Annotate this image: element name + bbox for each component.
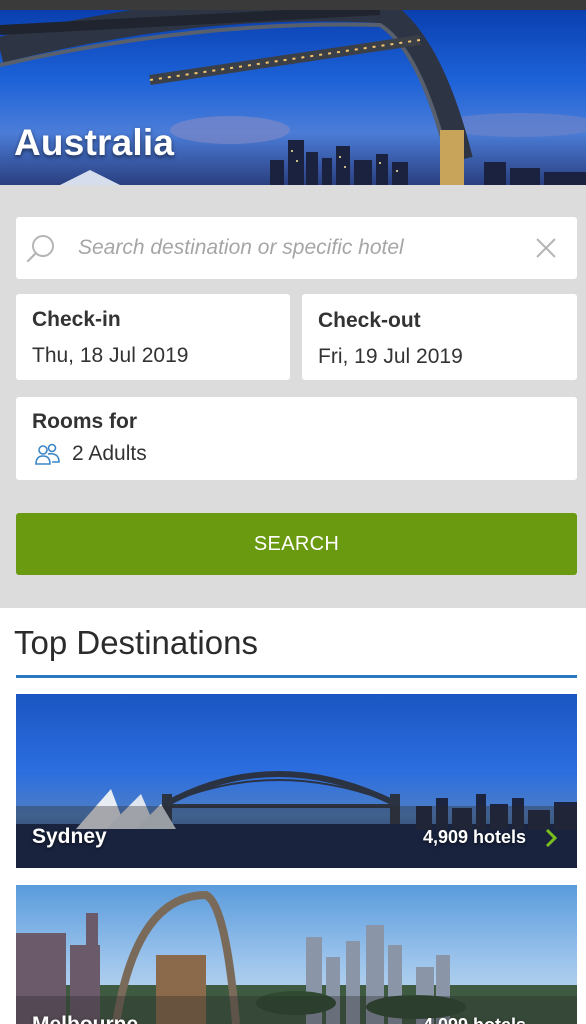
hotel-count: 4,909 hotels bbox=[423, 827, 527, 847]
destination-card-sydney[interactable]: Sydney 4,909 hotels bbox=[16, 694, 577, 868]
chevron-right-icon bbox=[545, 828, 558, 848]
destination-card-melbourne[interactable]: Melbourne 4,099 hotels bbox=[16, 885, 577, 1024]
close-icon[interactable] bbox=[535, 237, 557, 259]
hero-banner: Australia bbox=[0, 10, 586, 185]
hero-title: Australia bbox=[14, 122, 175, 163]
checkin-label: Check-in bbox=[32, 308, 121, 331]
destination-name: Sydney bbox=[32, 825, 107, 848]
hotel-count: 4,099 hotels bbox=[423, 1015, 526, 1024]
checkin-field[interactable]: Check-in Thu, 18 Jul 2019 bbox=[16, 294, 290, 380]
section-divider bbox=[16, 675, 577, 678]
checkout-date: Fri, 19 Jul 2019 bbox=[318, 345, 463, 368]
search-input[interactable] bbox=[78, 231, 518, 265]
checkin-date: Thu, 18 Jul 2019 bbox=[32, 344, 189, 367]
rooms-label: Rooms for bbox=[32, 410, 137, 433]
search-field[interactable] bbox=[16, 217, 577, 279]
search-panel: Check-in Thu, 18 Jul 2019 Check-out Fri,… bbox=[0, 185, 586, 608]
people-icon bbox=[35, 443, 60, 465]
rooms-field[interactable]: Rooms for 2 Adults bbox=[16, 397, 577, 480]
rooms-value: 2 Adults bbox=[34, 442, 147, 466]
destination-name: Melbourne bbox=[32, 1013, 138, 1024]
section-title: Top Destinations bbox=[14, 624, 258, 661]
checkout-field[interactable]: Check-out Fri, 19 Jul 2019 bbox=[302, 294, 577, 380]
search-icon bbox=[26, 235, 54, 263]
rooms-guests: 2 Adults bbox=[72, 442, 147, 465]
search-button[interactable]: SEARCH bbox=[16, 513, 577, 575]
checkout-label: Check-out bbox=[318, 309, 421, 332]
status-bar bbox=[0, 0, 586, 10]
